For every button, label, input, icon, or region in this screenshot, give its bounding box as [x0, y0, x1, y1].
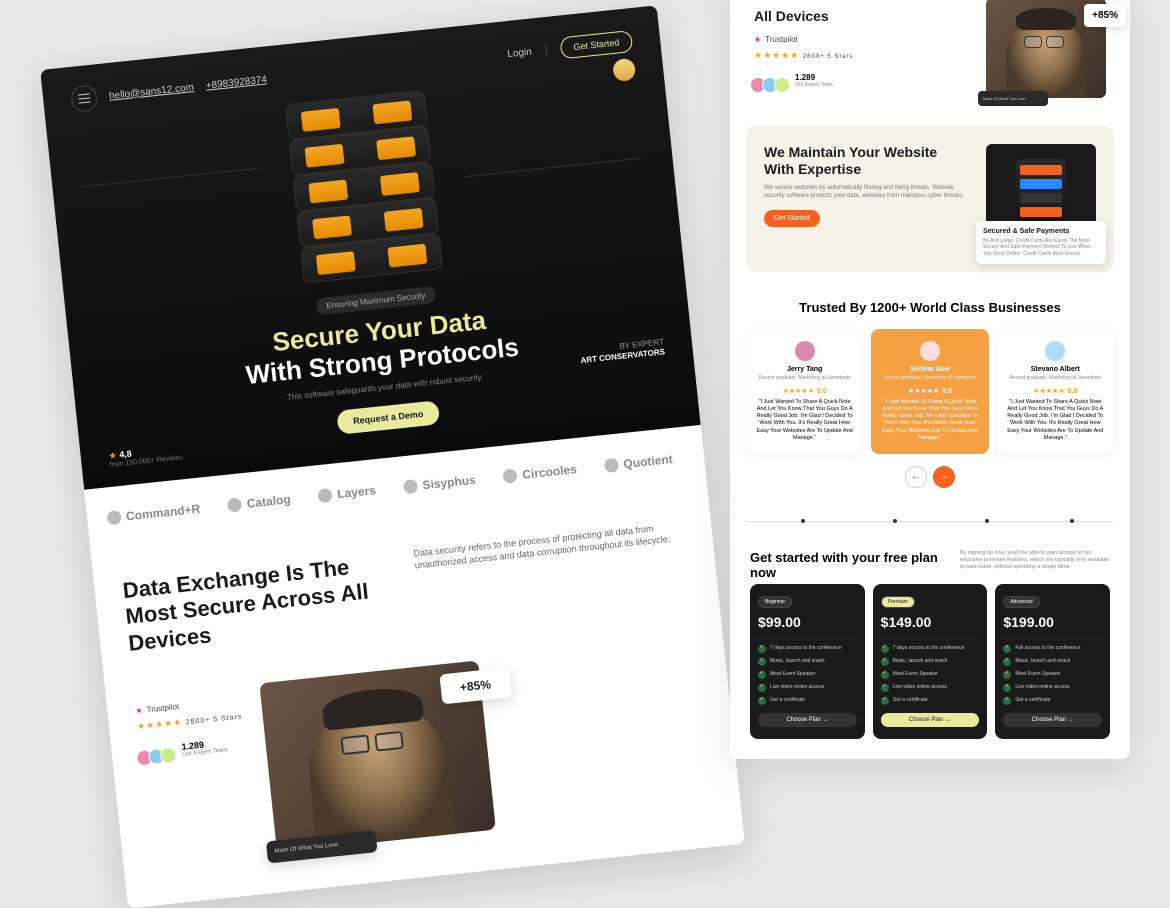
check-icon	[758, 658, 766, 666]
avatar	[1045, 341, 1065, 361]
pricing-section: By signing up now, you'll be able to gai…	[730, 536, 1130, 759]
get-started-button[interactable]: Get Started	[559, 30, 633, 59]
check-icon	[1003, 684, 1011, 692]
avatar	[920, 341, 940, 361]
next-button[interactable]: →	[933, 466, 955, 488]
divider	[545, 43, 547, 57]
testimonial-nav: ← →	[746, 466, 1114, 488]
person-photo: More Of What You Love +85%	[259, 660, 496, 852]
logo-item: Quotient	[604, 452, 673, 473]
check-icon	[1003, 658, 1011, 666]
login-link[interactable]: Login	[507, 46, 532, 59]
plan-badge: Beginner	[758, 596, 792, 608]
check-icon	[1003, 645, 1011, 653]
choose-plan-button[interactable]: Choose Plan →	[881, 713, 980, 727]
check-icon	[758, 645, 766, 653]
trustpilot-star-icon: ★	[754, 35, 761, 44]
plan-price: $199.00	[1003, 614, 1102, 630]
plan-price: $149.00	[881, 614, 980, 630]
team-avatars	[140, 747, 177, 767]
plan-badge: Advanced	[1003, 596, 1039, 608]
check-icon	[1003, 697, 1011, 705]
overlay-percent-card: +85%	[439, 667, 512, 704]
check-icon	[881, 671, 889, 679]
check-icon	[881, 697, 889, 705]
check-icon	[758, 684, 766, 692]
pricing-sub: By signing up now, you'll be able to gai…	[960, 550, 1110, 571]
choose-plan-button[interactable]: Choose Plan →	[758, 713, 857, 727]
testimonials-section: Trusted By 1200+ World Class Businesses …	[730, 282, 1130, 506]
contact-phone[interactable]: +8983928374	[205, 74, 267, 91]
feature-list: Full access to the conference Music, lau…	[1003, 645, 1102, 705]
check-icon	[1003, 671, 1011, 679]
logo-item: Catalog	[227, 492, 291, 513]
star-icon: ★	[108, 450, 117, 461]
maintain-section: We Maintain Your Website With Expertise …	[746, 126, 1114, 272]
contact-email[interactable]: hello@sans12.com	[109, 82, 195, 102]
server-illustration	[275, 89, 453, 285]
payment-overlay-card: Secured & Safe Payments By And Large, Cr…	[976, 221, 1106, 265]
check-icon	[758, 697, 766, 705]
pricing-card-advanced: Advanced $199.00 Full access to the conf…	[995, 584, 1110, 739]
check-icon	[758, 671, 766, 679]
choose-plan-button[interactable]: Choose Plan →	[1003, 713, 1102, 727]
r-heading: All Devices	[754, 8, 972, 25]
feature-list: 7 days access to the conference Music, l…	[758, 645, 857, 705]
brand-logo	[612, 58, 636, 82]
pricing-card-premium: Premium $149.00 7 days access to the con…	[873, 584, 988, 739]
maintain-desc: We secure websites by automatically find…	[764, 184, 970, 201]
menu-icon[interactable]	[70, 84, 99, 113]
overlay-percent-small: +85%	[1084, 4, 1126, 27]
prev-button[interactable]: ←	[905, 466, 927, 488]
overlay-dark-card: More Of What You Love	[266, 830, 378, 863]
check-icon	[881, 684, 889, 692]
request-demo-button[interactable]: Request a Demo	[336, 400, 440, 435]
wave-divider	[746, 506, 1114, 536]
check-icon	[881, 645, 889, 653]
testimonial-card-featured: Serlina Savi Recent graduate, Marketing …	[871, 329, 988, 454]
trustpilot-block: ★Trustpilot ★★★★★ 2800+ 5 Stars 1.289 Ou…	[135, 695, 246, 766]
maintain-heading: We Maintain Your Website With Expertise	[764, 144, 970, 178]
landing-continuation: All Devices ★Trustpilot ★★★★★ 2800+ 5 St…	[730, 0, 1130, 759]
testimonial-card: Jerry Tang Recent graduate, Marketing at…	[746, 329, 863, 454]
trustpilot-star-icon: ★	[135, 706, 143, 716]
testimonial-card: Stevano Albert Recent graduate, Marketin…	[997, 329, 1114, 454]
rating-stars: ★★★★★5.0	[1005, 387, 1106, 395]
rating-stars: ★★★★★5.0	[879, 387, 980, 395]
feature-list: 7 days access to the conference Music, l…	[881, 645, 980, 705]
check-icon	[881, 658, 889, 666]
avatar	[795, 341, 815, 361]
section-description: Data security refers to the process of p…	[413, 519, 691, 626]
plan-price: $99.00	[758, 614, 857, 630]
landing-hero-card: hello@sans12.com +8983928374 Login Get S…	[40, 5, 745, 908]
person-photo-small: More Of What You Love +85%	[986, 0, 1106, 98]
logo-item: Command+R	[106, 501, 200, 525]
logo-item: Layers	[318, 483, 377, 503]
five-stars: ★★★★★ 2800+ 5 Stars	[754, 50, 972, 61]
r-data-exchange: All Devices ★Trustpilot ★★★★★ 2800+ 5 St…	[730, 0, 1130, 116]
server-rack-illustration: Secured & Safe Payments By And Large, Cr…	[986, 144, 1096, 254]
get-started-orange-button[interactable]: Get Started	[764, 210, 820, 227]
testimonials-heading: Trusted By 1200+ World Class Businesses	[746, 300, 1114, 315]
pricing-card-beginner: Beginner $99.00 7 days access to the con…	[750, 584, 865, 739]
section-heading: Data Exchange Is The Most Secure Across …	[122, 550, 400, 657]
plan-badge: Premium	[881, 596, 915, 608]
rating-stars: ★★★★★5.0	[754, 387, 855, 395]
logo-item: Sisyphus	[403, 473, 476, 494]
logo-item: Circooles	[503, 462, 578, 484]
hero-section: hello@sans12.com +8983928374 Login Get S…	[40, 5, 701, 489]
overlay-dark-small: More Of What You Love	[978, 91, 1048, 106]
